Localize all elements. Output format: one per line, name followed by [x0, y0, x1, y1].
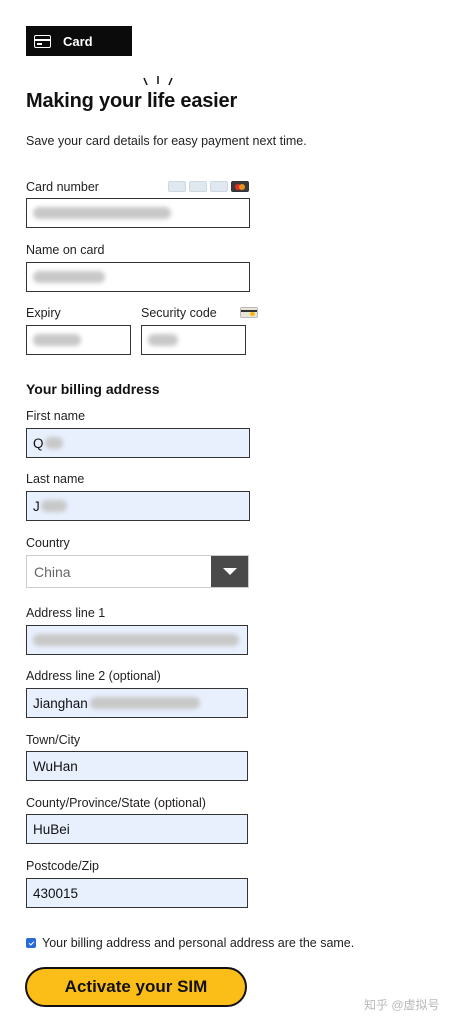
billing-section-title: Your billing address: [26, 381, 160, 397]
card-brand-icons: [168, 181, 249, 192]
county-field[interactable]: HuBei: [26, 814, 248, 844]
address-line-2-value: Jianghan: [33, 695, 88, 711]
last-name-label: Last name: [26, 472, 85, 486]
tab-card[interactable]: Card: [26, 26, 132, 56]
address-line-2-label: Address line 2 (optional): [26, 669, 161, 683]
redacted-value: [148, 334, 178, 346]
county-value: HuBei: [33, 821, 70, 837]
watermark: 知乎 @虚拟号: [364, 998, 440, 1012]
mastercard-icon: [231, 181, 249, 192]
address-line-1-label: Address line 1: [26, 606, 106, 620]
postcode-label: Postcode/Zip: [26, 859, 99, 873]
address-line-1-field[interactable]: [26, 625, 248, 655]
card-brand-icon: [210, 181, 228, 192]
postcode-value: 430015: [33, 885, 79, 901]
redacted-value: [89, 697, 200, 709]
checkmark-icon: [28, 939, 34, 946]
name-on-card-label: Name on card: [26, 243, 105, 257]
visa-icon: [168, 181, 186, 192]
page-subtitle: Save your card details for easy payment …: [26, 134, 307, 148]
redacted-value: [44, 437, 63, 449]
card-number-label: Card number: [26, 180, 99, 194]
country-select-value: China: [34, 563, 71, 580]
amex-icon: [189, 181, 207, 192]
security-code-field[interactable]: [141, 325, 246, 355]
redacted-value: [33, 271, 105, 283]
same-address-row[interactable]: Your billing address and personal addres…: [26, 936, 354, 950]
first-name-field[interactable]: Q: [26, 428, 250, 458]
address-line-2-field[interactable]: Jianghan: [26, 688, 248, 718]
cvv-card-icon: [240, 307, 258, 318]
same-address-checkbox[interactable]: [26, 938, 36, 948]
expiry-field[interactable]: [26, 325, 131, 355]
chevron-down-icon[interactable]: [211, 556, 248, 587]
last-name-field[interactable]: J: [26, 491, 250, 521]
security-code-label: Security code: [141, 306, 217, 320]
page-title: Making your life easier: [26, 90, 238, 112]
county-label: County/Province/State (optional): [26, 796, 206, 810]
first-name-label: First name: [26, 409, 86, 423]
name-on-card-field[interactable]: [26, 262, 250, 292]
redacted-value: [33, 334, 81, 346]
redacted-value: [33, 634, 239, 646]
credit-card-icon: [34, 34, 51, 48]
country-label: Country: [26, 536, 70, 550]
first-name-value: Q: [33, 435, 44, 451]
town-value: WuHan: [33, 758, 78, 774]
town-field[interactable]: WuHan: [26, 751, 248, 781]
redacted-value: [33, 207, 171, 219]
tab-card-label: Card: [63, 33, 93, 49]
sparkle-icon: [143, 76, 173, 86]
country-select[interactable]: China: [26, 555, 249, 588]
activate-sim-button[interactable]: Activate your SIM: [25, 967, 247, 1007]
card-number-field[interactable]: [26, 198, 250, 228]
redacted-value: [40, 500, 67, 512]
expiry-label: Expiry: [26, 306, 61, 320]
postcode-field[interactable]: 430015: [26, 878, 248, 908]
town-label: Town/City: [26, 733, 81, 747]
last-name-value: J: [33, 498, 40, 514]
same-address-label: Your billing address and personal addres…: [42, 936, 355, 950]
